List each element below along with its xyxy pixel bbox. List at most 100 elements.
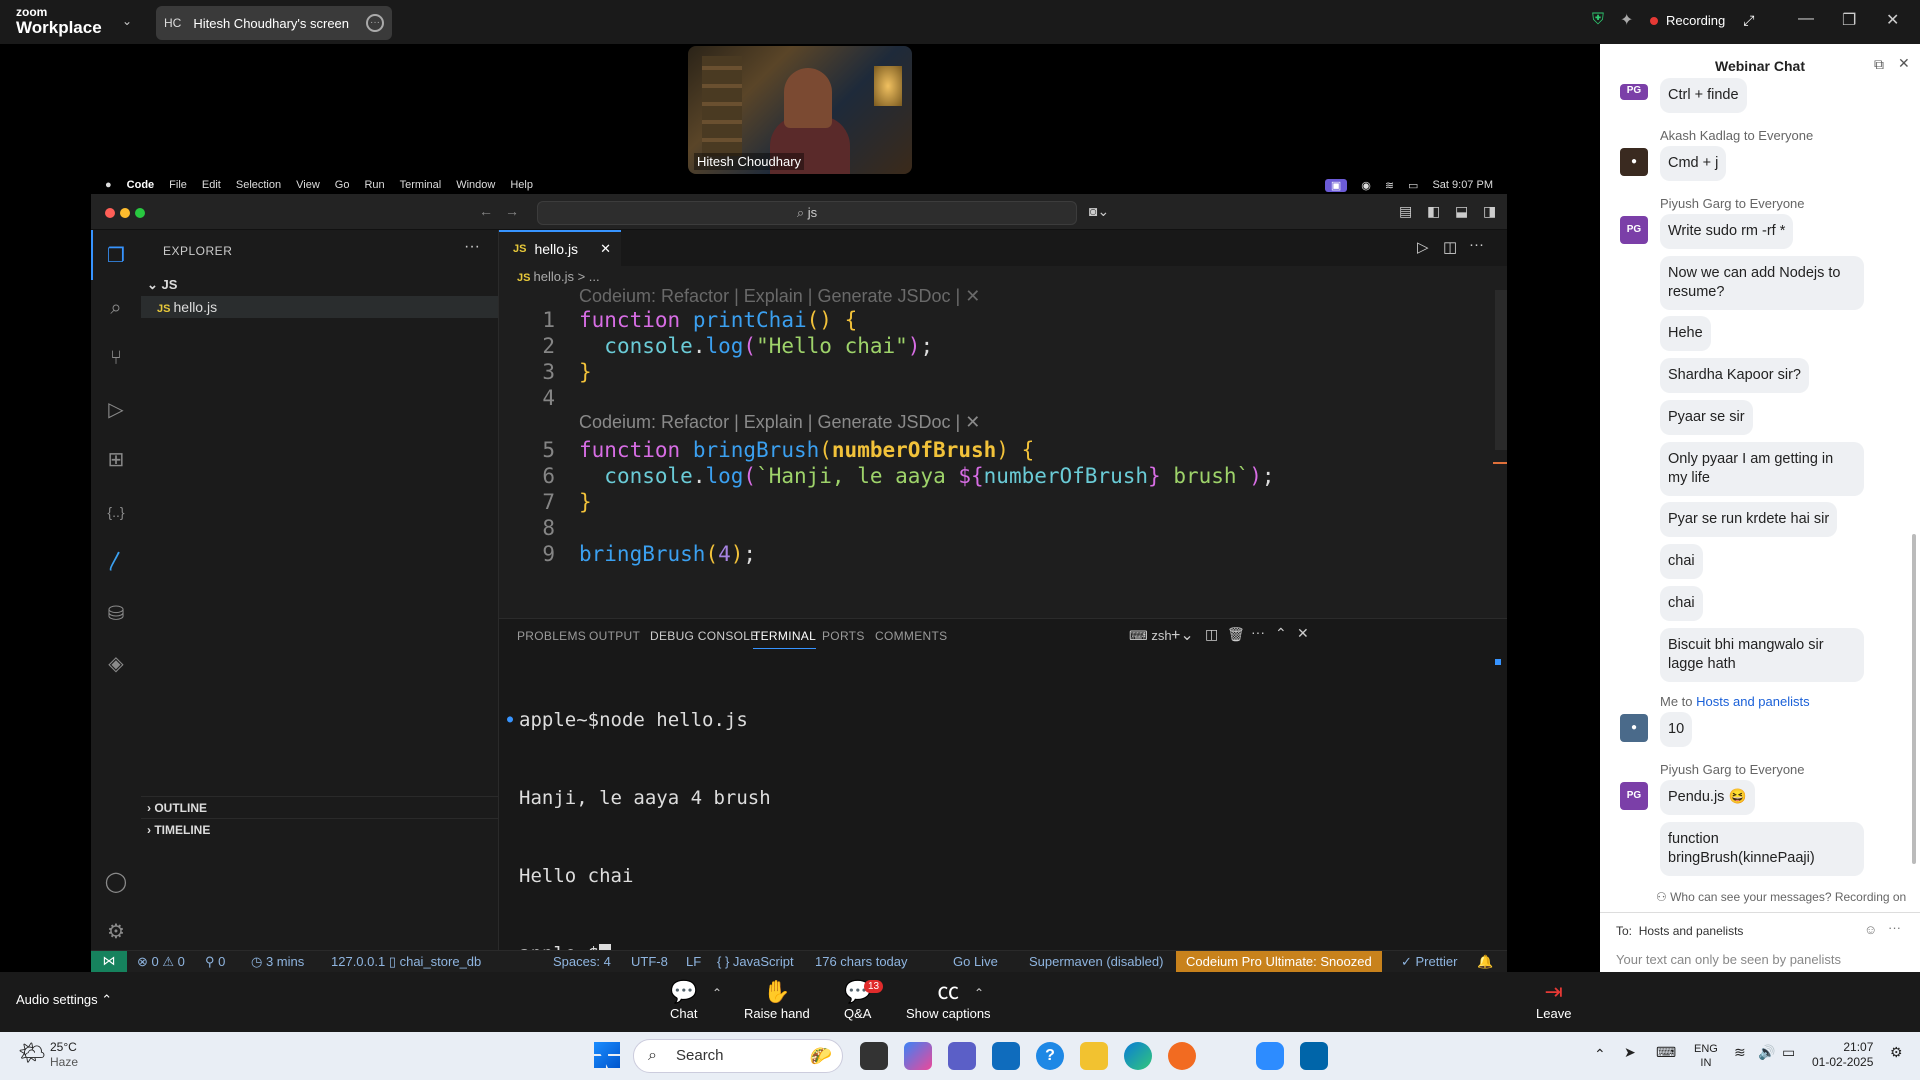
maximize-panel-icon[interactable]: ⌃ [1275, 625, 1287, 642]
status-prettier[interactable]: ✓ Prettier [1401, 952, 1457, 972]
clock[interactable]: 21:07 01-02-2025 [1812, 1040, 1873, 1070]
task-view-icon[interactable] [860, 1042, 888, 1070]
wifi-icon[interactable]: ≋ [1734, 1044, 1746, 1061]
status-chars[interactable]: 176 chars today [815, 952, 908, 972]
leave-button[interactable]: ⇥ Leave [1536, 978, 1571, 1021]
forward-arrow-icon[interactable]: → [505, 203, 519, 219]
recipient-link[interactable]: Hosts and panelists [1696, 694, 1809, 709]
window-zoom-button[interactable] [135, 208, 145, 218]
status-eol[interactable]: LF [686, 952, 701, 972]
popout-icon[interactable]: ⧉ [1874, 56, 1884, 73]
notifications-icon[interactable]: ⚙ [1890, 1044, 1903, 1061]
zoom-app-icon[interactable] [1256, 1042, 1284, 1070]
timeline-section[interactable]: › TIMELINE [141, 818, 498, 840]
battery-icon[interactable]: ▭ [1782, 1044, 1795, 1061]
account-icon[interactable]: ◯ [104, 870, 128, 894]
terminal-output[interactable]: ● apple~$node hello.js Hanji, le aaya 4 b… [507, 655, 771, 972]
menu-edit[interactable]: Edit [202, 179, 221, 191]
menu-view[interactable]: View [296, 179, 320, 191]
file-explorer-icon[interactable] [1080, 1042, 1108, 1070]
sparkle-icon[interactable]: ✦ [1620, 10, 1633, 30]
editor-scrollbar[interactable] [1495, 290, 1507, 450]
back-arrow-icon[interactable]: ← [479, 203, 493, 219]
remote-indicator-icon[interactable]: ⋈ [91, 951, 127, 972]
extensions-icon[interactable]: ⊞ [104, 448, 128, 472]
notification-bell-icon[interactable]: 🔔 [1477, 952, 1493, 972]
tab-comments[interactable]: COMMENTS [875, 629, 947, 643]
control-center-icon[interactable]: ◉ [1361, 179, 1371, 192]
menu-selection[interactable]: Selection [236, 179, 281, 191]
shield-check-icon[interactable]: ⛨ [1592, 11, 1604, 29]
status-time[interactable]: ◷ 3 mins [251, 952, 304, 972]
expand-icon[interactable]: ⤢ [1743, 12, 1754, 29]
run-file-icon[interactable]: ▷ [1417, 238, 1429, 256]
screen-share-pill[interactable]: HC Hitesh Choudhary's screen ··· [156, 6, 392, 40]
recording-indicator[interactable]: Recording ⤢ [1650, 12, 1754, 29]
volume-icon[interactable]: 🔊 [1758, 1044, 1775, 1061]
window-close-button[interactable] [105, 208, 115, 218]
teams-icon[interactable] [948, 1042, 976, 1070]
close-icon[interactable]: ✕ [1886, 10, 1899, 30]
status-database[interactable]: 127.0.0.1 ▯ chai_store_db [331, 952, 481, 972]
search-view-icon[interactable]: ⌕ [104, 296, 128, 320]
menu-terminal[interactable]: Terminal [400, 179, 442, 191]
taskbar-search[interactable]: ⌕ Search 🌮 [633, 1039, 843, 1073]
menu-file[interactable]: File [169, 179, 187, 191]
copilot-app-icon[interactable] [904, 1042, 932, 1070]
codeium-icon[interactable]: 〳 [104, 550, 128, 574]
window-minimize-button[interactable] [120, 208, 130, 218]
apple-icon[interactable]: ● [105, 179, 112, 191]
json-icon[interactable]: {..} [104, 500, 128, 524]
trash-icon[interactable]: 🗑 [1227, 626, 1245, 643]
store-icon[interactable] [992, 1042, 1020, 1070]
edge-icon[interactable] [1124, 1042, 1152, 1070]
battery-icon[interactable]: ▭ [1408, 179, 1418, 192]
windows-start-icon[interactable] [594, 1042, 620, 1068]
screen-share-status-icon[interactable]: ▣ [1324, 178, 1348, 192]
chat-input[interactable]: Your text can only be seen by panelists [1616, 952, 1841, 967]
status-ports[interactable]: ⚲ 0 [205, 952, 225, 972]
tab-debug-console[interactable]: DEBUG CONSOLE [650, 629, 759, 643]
status-problems[interactable]: ⊗ 0 ⚠ 0 [137, 952, 185, 972]
editor-more-icon[interactable]: ··· [1469, 236, 1484, 253]
status-spaces[interactable]: Spaces: 4 [553, 952, 611, 972]
split-terminal-icon[interactable]: ◫ [1205, 626, 1218, 643]
keyboard-icon[interactable]: ⌨ [1656, 1044, 1676, 1061]
tab-output[interactable]: OUTPUT [589, 629, 640, 643]
breadcrumb[interactable]: JS hello.js > ... [499, 266, 1507, 288]
wifi-icon[interactable]: ≋ [1385, 179, 1394, 192]
menu-window[interactable]: Window [456, 179, 495, 191]
folder-js[interactable]: ⌄ JS [141, 274, 498, 296]
outline-section[interactable]: › OUTLINE [141, 796, 498, 818]
send-icon[interactable]: ➤ [1624, 1044, 1636, 1061]
recipient-selector[interactable]: To: Hosts and panelists [1616, 924, 1743, 938]
toggle-secondary-sidebar-icon[interactable]: ◨ [1483, 203, 1496, 220]
chat-button[interactable]: 💬 Chat [670, 978, 697, 1021]
chat-scrollbar[interactable] [1912, 534, 1916, 864]
captions-options-icon[interactable]: ⌃ [974, 986, 984, 1000]
chat-options-icon[interactable]: ⌃ [712, 986, 722, 1000]
tab-ports[interactable]: PORTS [822, 629, 865, 643]
chevron-down-icon[interactable]: ⌄ [122, 14, 132, 28]
code-editor[interactable]: Codeium: Refactor | Explain | Generate J… [499, 286, 1507, 618]
tab-problems[interactable]: PROBLEMS [517, 629, 586, 643]
menu-help[interactable]: Help [510, 179, 533, 191]
menu-clock[interactable]: Sat 9:07 PM [1432, 179, 1493, 191]
show-hidden-icons[interactable]: ⌃ [1594, 1046, 1606, 1063]
status-go-live[interactable]: Go Live [953, 952, 998, 972]
database-icon[interactable]: ⛁ [104, 602, 128, 626]
run-debug-icon[interactable]: ▷ [104, 398, 128, 422]
layers-icon[interactable]: ◈ [104, 652, 128, 676]
status-codeium[interactable]: Codeium Pro Ultimate: Snoozed [1176, 951, 1382, 972]
terminal-shell-selector[interactable]: ⌨ zsh [1129, 628, 1172, 644]
panel-more-icon[interactable]: ··· [1251, 624, 1265, 640]
language-indicator[interactable]: ENG IN [1694, 1042, 1718, 1070]
new-terminal-icon[interactable]: +⌄ [1171, 625, 1194, 645]
command-center-search[interactable]: ⌕ js [537, 201, 1077, 225]
emoji-icon[interactable]: ☺ [1864, 922, 1877, 937]
chat-more-icon[interactable]: ··· [1888, 920, 1901, 935]
raise-hand-button[interactable]: ✋ Raise hand [744, 978, 810, 1021]
restore-icon[interactable]: ❐ [1842, 10, 1856, 30]
status-language[interactable]: { } JavaScript [717, 952, 794, 972]
close-panel-icon[interactable]: ✕ [1297, 625, 1309, 642]
